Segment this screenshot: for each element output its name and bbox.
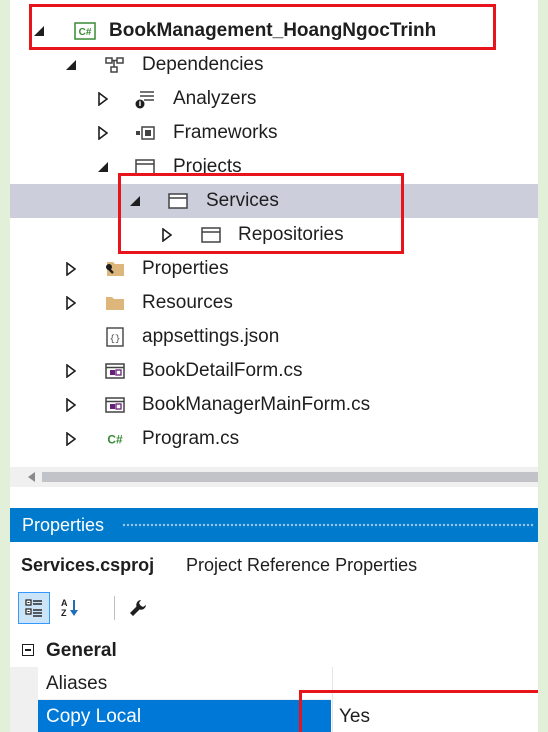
dependencies-icon (104, 55, 126, 75)
tree-item-appsettings[interactable]: {} appsettings.json (10, 320, 538, 354)
appsettings-label: appsettings.json (142, 326, 280, 347)
scroll-left-icon[interactable] (28, 472, 35, 482)
properties-label: Properties (142, 258, 229, 279)
json-file-icon: {} (104, 327, 126, 347)
analyzers-icon (134, 89, 156, 109)
highlight-box-services (118, 173, 404, 254)
tree-item-book-manager-main-form[interactable]: BookManagerMainForm.cs (10, 388, 538, 422)
scrollbar-thumb[interactable] (42, 472, 538, 482)
sort-alphabetical-icon: A Z (61, 598, 78, 618)
tree-item-properties[interactable]: Properties (10, 252, 538, 286)
frameworks-label: Frameworks (173, 122, 278, 143)
horizontal-scrollbar[interactable] (10, 467, 538, 487)
dependencies-label: Dependencies (142, 54, 264, 75)
expand-caret-icon[interactable] (64, 48, 78, 82)
properties-pane-title-bar[interactable]: Properties (10, 508, 538, 542)
grid-margin (10, 667, 38, 700)
program-label: Program.cs (142, 428, 240, 449)
expand-caret-icon[interactable] (96, 150, 110, 184)
highlight-box-project (29, 4, 496, 50)
wrench-icon (130, 600, 146, 616)
form-file-icon (104, 395, 126, 415)
property-name: Aliases (38, 667, 331, 700)
form-file-icon (104, 361, 126, 381)
highlight-box-copy-local (299, 690, 538, 732)
svg-text:Z: Z (61, 608, 67, 618)
categorized-icon (25, 599, 42, 617)
book-manager-main-form-label: BookManagerMainForm.cs (142, 394, 371, 415)
collapsed-caret-icon[interactable] (64, 354, 78, 388)
tree-item-resources[interactable]: Resources (10, 286, 538, 320)
collapsed-caret-icon[interactable] (96, 116, 110, 150)
collapse-toggle-icon[interactable] (22, 644, 34, 656)
collapsed-caret-icon[interactable] (64, 252, 78, 286)
folder-icon (104, 293, 126, 313)
properties-pane-title: Properties (22, 515, 105, 535)
collapsed-caret-icon[interactable] (64, 388, 78, 422)
properties-toolbar: A Z (10, 588, 538, 628)
toolbar-separator (114, 596, 115, 620)
property-pages-button[interactable] (122, 592, 154, 624)
frameworks-icon (134, 123, 156, 143)
svg-text:A: A (61, 598, 68, 608)
title-bar-grip (122, 523, 534, 528)
properties-folder-icon (104, 259, 126, 279)
properties-object-header[interactable]: Services.csproj Project Reference Proper… (10, 548, 538, 582)
tree-item-program[interactable]: C# Program.cs (10, 422, 538, 456)
collapsed-caret-icon[interactable] (96, 82, 110, 116)
tree-item-analyzers[interactable]: Analyzers (10, 82, 538, 116)
book-detail-form-label: BookDetailForm.cs (142, 360, 303, 381)
svg-text:C#: C# (107, 433, 123, 447)
tree-item-dependencies[interactable]: Dependencies (10, 48, 538, 82)
analyzers-label: Analyzers (173, 88, 257, 109)
collapsed-caret-icon[interactable] (64, 286, 78, 320)
alphabetical-button[interactable]: A Z (54, 592, 86, 624)
csharp-file-icon: C# (104, 429, 126, 449)
object-kind: Project Reference Properties (186, 555, 418, 575)
tree-item-book-detail-form[interactable]: BookDetailForm.cs (10, 354, 538, 388)
property-name: Copy Local (38, 700, 331, 732)
object-name: Services.csproj (21, 555, 155, 575)
collapsed-caret-icon[interactable] (64, 422, 78, 456)
resources-label: Resources (142, 292, 233, 313)
grid-margin (10, 700, 38, 732)
svg-text:{}: {} (110, 334, 121, 344)
tree-item-frameworks[interactable]: Frameworks (10, 116, 538, 150)
category-general[interactable]: General (10, 634, 538, 667)
solution-explorer-panel: C# BookManagement_HoangNgocTrinh Depende… (10, 0, 538, 732)
category-label: General (46, 640, 117, 661)
categorized-button[interactable] (18, 592, 50, 624)
